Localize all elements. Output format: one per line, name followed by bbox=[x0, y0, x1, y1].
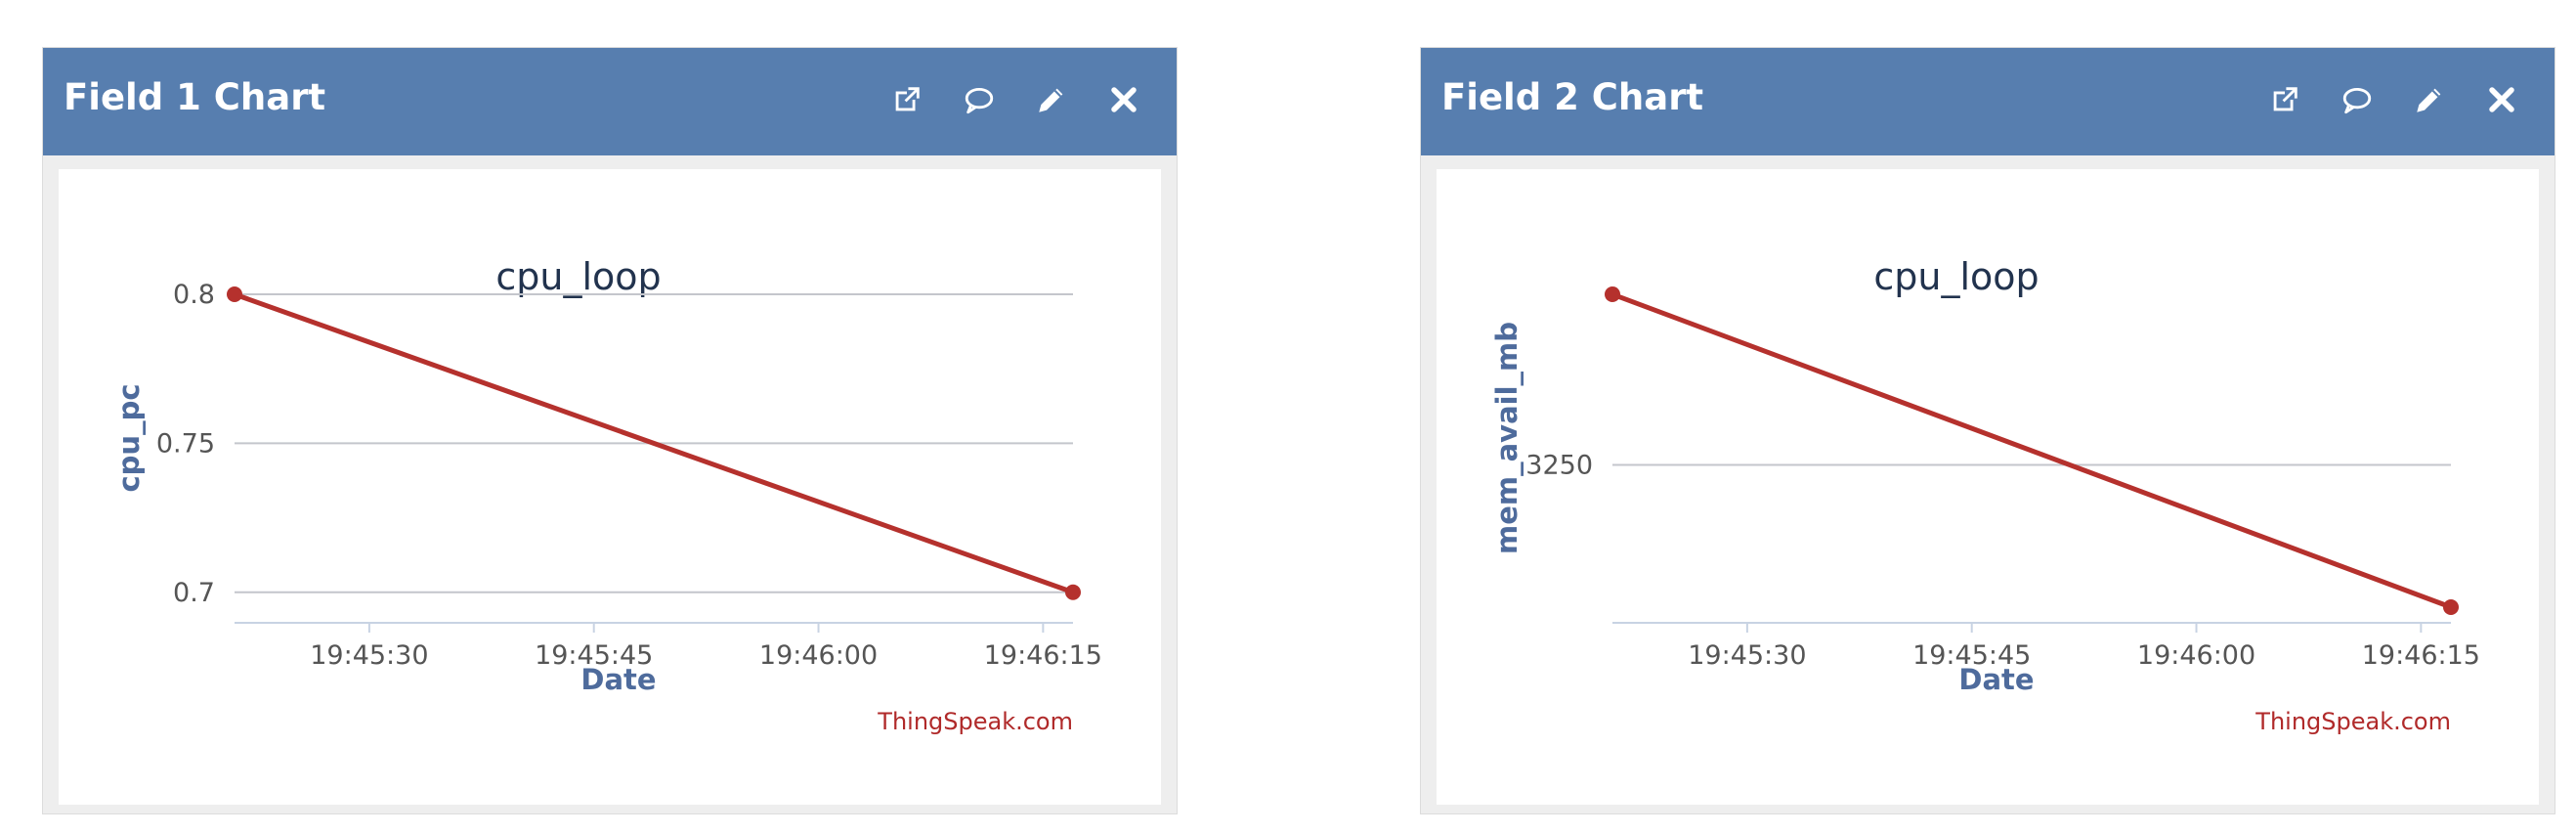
comment-icon[interactable] bbox=[2340, 82, 2375, 117]
x-tick-label: 19:46:00 bbox=[759, 640, 878, 671]
pencil-icon[interactable] bbox=[2412, 82, 2447, 117]
x-tick-label: 19:46:15 bbox=[984, 640, 1102, 671]
pencil-icon[interactable] bbox=[1034, 82, 1069, 117]
line-chart: cpu_loop mem_avail_mb Date ThingSpeak.co… bbox=[1490, 255, 2480, 735]
field-1-chart-widget: Field 1 Chart cpu_loop cpu_pc Date Thing… bbox=[42, 47, 1178, 814]
data-point bbox=[227, 286, 242, 302]
x-tick-label: 19:46:00 bbox=[2137, 640, 2255, 671]
widget-toolbar bbox=[2267, 77, 2519, 122]
x-tick-label: 19:45:45 bbox=[1912, 640, 2031, 671]
thingspeak-credit-link[interactable]: ThingSpeak.com bbox=[2254, 708, 2451, 735]
comment-icon[interactable] bbox=[962, 82, 997, 117]
x-tick-label: 19:46:15 bbox=[2362, 640, 2480, 671]
plot-area: 3250 19:45:30 19:45:45 19:46:00 19:46:15 bbox=[1525, 286, 2480, 671]
external-link-icon[interactable] bbox=[2267, 82, 2302, 117]
widget-toolbar bbox=[889, 77, 1141, 122]
plot-area: 0.8 0.75 0.7 19:45:30 19:45:45 19:46:00 19:46:… bbox=[156, 280, 1102, 671]
field-2-chart-widget: Field 2 Chart cpu_loop mem_avail_mb Date… bbox=[1420, 47, 2555, 814]
widget-header: Field 1 Chart bbox=[43, 48, 1177, 155]
y-tick-label: 0.75 bbox=[156, 428, 215, 459]
x-tick-label: 19:45:30 bbox=[310, 640, 428, 671]
y-tick-label: 0.7 bbox=[173, 578, 215, 608]
data-point bbox=[1065, 584, 1081, 600]
chart-title: cpu_loop bbox=[495, 255, 661, 298]
widget-title: Field 2 Chart bbox=[1441, 76, 1704, 118]
y-axis-label: cpu_pc bbox=[112, 383, 146, 492]
x-tick-label: 19:45:30 bbox=[1688, 640, 1806, 671]
chart-body: cpu_loop mem_avail_mb Date ThingSpeak.co… bbox=[1437, 169, 2539, 805]
close-icon[interactable] bbox=[1106, 82, 1141, 117]
x-tick-label: 19:45:45 bbox=[535, 640, 653, 671]
external-link-icon[interactable] bbox=[889, 82, 924, 117]
data-point bbox=[2443, 599, 2459, 615]
thingspeak-credit-link[interactable]: ThingSpeak.com bbox=[877, 708, 1073, 735]
widget-header: Field 2 Chart bbox=[1421, 48, 2555, 155]
y-tick-label: 3250 bbox=[1525, 451, 1593, 481]
series-line bbox=[1611, 291, 2452, 610]
chart-body: cpu_loop cpu_pc Date ThingSpeak.com 0.8 0… bbox=[59, 169, 1161, 805]
close-icon[interactable] bbox=[2484, 82, 2519, 117]
line-chart: cpu_loop cpu_pc Date ThingSpeak.com 0.80… bbox=[112, 255, 1102, 735]
widget-title: Field 1 Chart bbox=[64, 76, 326, 118]
y-tick-label: 0.8 bbox=[173, 280, 215, 310]
data-point bbox=[1605, 286, 1620, 302]
chart-title: cpu_loop bbox=[1873, 255, 2039, 298]
y-axis-label: mem_avail_mb bbox=[1490, 322, 1524, 554]
